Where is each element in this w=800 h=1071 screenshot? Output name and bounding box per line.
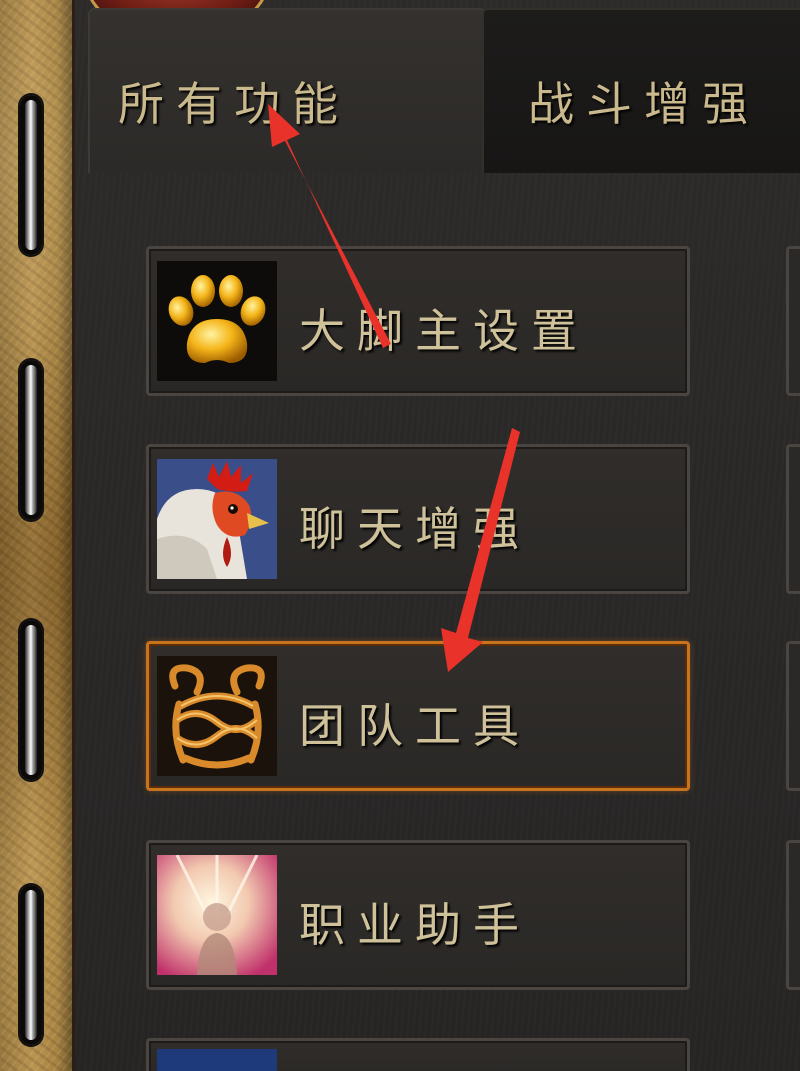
ornate-knot-icon — [157, 656, 277, 776]
menu-item-bigfoot-settings[interactable]: 大脚主设置 — [146, 246, 690, 396]
adjacent-item-edge — [786, 246, 800, 396]
tab-label: 所有功能 — [118, 77, 350, 131]
adjacent-item-edge — [786, 641, 800, 791]
binding-ring — [20, 885, 42, 1045]
binding-ring — [20, 360, 42, 520]
book-binding — [0, 0, 75, 1071]
menu-item-chat-enhance[interactable]: 聊天增强 — [146, 444, 690, 594]
adjacent-item-edge — [786, 840, 800, 990]
tab-combat-enhance[interactable]: 战斗增强 — [482, 8, 800, 173]
binding-ring — [20, 95, 42, 255]
menu-item-partial[interactable] — [146, 1038, 690, 1071]
menu-item-label: 聊天增强 — [299, 502, 531, 556]
binding-ring — [20, 620, 42, 780]
menu-item-class-helper[interactable]: 职业助手 — [146, 840, 690, 990]
tab-label: 战斗增强 — [528, 77, 760, 131]
menu-item-label: 团队工具 — [299, 699, 531, 753]
menu-item-label: 职业助手 — [299, 898, 531, 952]
adjacent-item-edge — [786, 444, 800, 594]
menu-item-label: 大脚主设置 — [299, 304, 589, 358]
paw-icon — [157, 261, 277, 381]
tab-all-features[interactable]: 所有功能 — [88, 8, 486, 173]
rooster-icon — [157, 459, 277, 579]
menu-item-raid-tools[interactable]: 团队工具 — [146, 641, 690, 791]
item-icon — [157, 1049, 277, 1071]
holy-light-icon — [157, 855, 277, 975]
